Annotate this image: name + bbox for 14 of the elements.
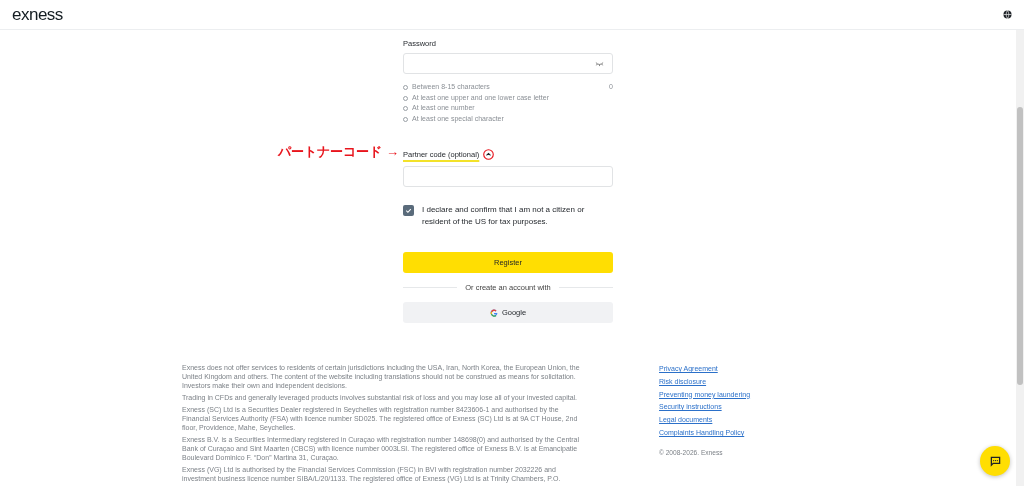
annotation-text: パートナーコード → <box>278 143 399 161</box>
checkbox[interactable] <box>403 204 414 216</box>
logo[interactable]: exness <box>12 5 63 23</box>
globe-icon[interactable] <box>1003 9 1012 19</box>
declaration-text: I declare and confirm that I am not a citizen or resident of the US for tax purposes. <box>422 203 586 228</box>
google-icon <box>489 308 498 317</box>
scrollbar[interactable] <box>1016 29 1024 486</box>
eye-icon[interactable] <box>595 60 604 67</box>
checkmark-icon <box>405 206 412 214</box>
password-field[interactable] <box>403 53 613 75</box>
partner-code-field[interactable] <box>403 165 613 187</box>
chat-button[interactable] <box>980 446 1010 476</box>
chevron-icon[interactable] <box>483 148 495 160</box>
chat-icon <box>989 455 1001 467</box>
